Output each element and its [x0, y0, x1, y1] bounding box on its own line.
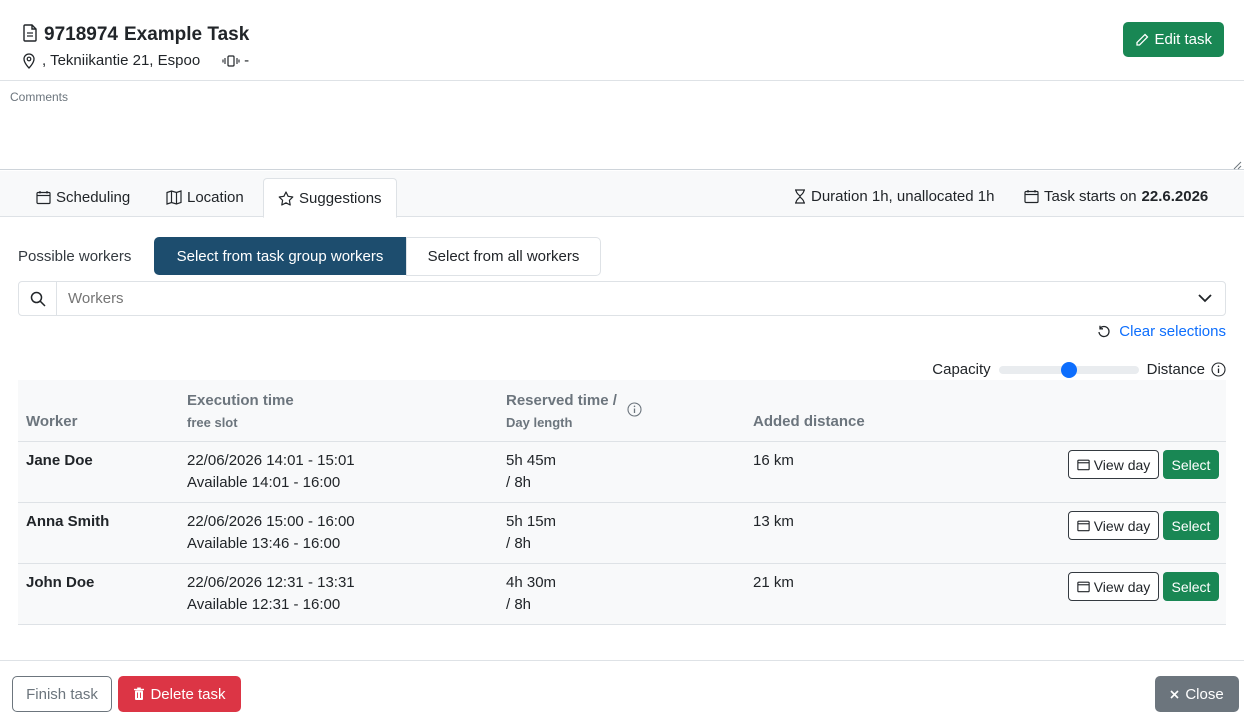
slider-left-label: Capacity	[932, 361, 991, 378]
tab-bar: Scheduling Location Suggestions Duration…	[0, 171, 1244, 218]
available-slot: Available 14:01 - 16:00	[187, 474, 341, 491]
trash-icon	[133, 687, 145, 701]
worker-name: Jane Doe	[26, 452, 93, 469]
star-icon	[278, 190, 294, 206]
calendar-icon	[36, 190, 51, 205]
tab-scheduling[interactable]: Scheduling	[22, 178, 144, 217]
worker-name: John Doe	[26, 574, 95, 591]
view-day-label: View day	[1093, 578, 1151, 595]
day-length: / 8h	[506, 474, 532, 491]
tab-suggestions[interactable]: Suggestions	[263, 178, 397, 218]
vehicle-value: -	[244, 52, 250, 69]
table-row: Jane Doe 22/06/2026 14:01 - 15:01 Availa…	[18, 442, 1226, 503]
view-day-button[interactable]: View day	[1068, 572, 1159, 601]
execution-time: 22/06/2026 15:00 - 16:00	[187, 513, 355, 530]
task-start-prefix: Task starts on	[1044, 188, 1137, 205]
workers-select[interactable]	[18, 281, 1226, 316]
task-start-info: Task starts on 22.6.2026	[1024, 188, 1208, 205]
clear-selections-link[interactable]: Clear selections	[1097, 323, 1226, 340]
day-length: / 8h	[506, 596, 532, 613]
added-distance: 21 km	[753, 574, 794, 591]
clear-selections-label: Clear selections	[1119, 323, 1226, 340]
slider-right-label: Distance	[1146, 361, 1205, 378]
header-day-length: Day length	[506, 415, 573, 430]
comments-field[interactable]: Comments	[0, 82, 1244, 170]
header-execution-time: Execution time	[187, 392, 294, 409]
task-header: 9718974 Example Task , Tekniikantie 21, …	[0, 0, 1244, 81]
header-free-slot: free slot	[187, 415, 238, 430]
header-reserved-time: Reserved time /	[506, 392, 617, 409]
reserved-time: 4h 30m	[506, 574, 557, 591]
available-slot: Available 13:46 - 16:00	[187, 535, 341, 552]
vehicle-vibrate-icon	[222, 54, 240, 68]
reserved-time: 5h 15m	[506, 513, 557, 530]
execution-time: 22/06/2026 12:31 - 13:31	[187, 574, 355, 591]
close-button[interactable]: Close	[1155, 676, 1239, 712]
duration-info: Duration 1h, unallocated 1h	[794, 188, 994, 205]
available-slot: Available 12:31 - 16:00	[187, 596, 341, 613]
calendar-icon	[1077, 458, 1090, 471]
tab-location[interactable]: Location	[152, 178, 258, 217]
header-added-distance: Added distance	[753, 413, 865, 430]
table-row: John Doe 22/06/2026 12:31 - 13:31 Availa…	[18, 564, 1226, 625]
tab-label: Scheduling	[56, 189, 131, 206]
duration-text: Duration 1h, unallocated 1h	[811, 188, 995, 205]
day-length: / 8h	[506, 535, 532, 552]
delete-task-label: Delete task	[150, 685, 226, 703]
workers-input[interactable]	[57, 283, 1185, 314]
view-day-button[interactable]: View day	[1068, 450, 1159, 479]
task-id: 9718974	[44, 24, 118, 45]
capacity-distance-slider[interactable]	[998, 361, 1139, 378]
location-pin-icon	[22, 52, 36, 69]
view-day-button[interactable]: View day	[1068, 511, 1159, 540]
resize-grip-icon[interactable]	[1232, 157, 1242, 170]
edit-task-label: Edit task	[1154, 31, 1212, 48]
view-day-label: View day	[1093, 456, 1151, 473]
document-icon	[22, 24, 38, 46]
task-address: , Tekniikantie 21, Espoo	[42, 52, 201, 69]
added-distance: 16 km	[753, 452, 794, 469]
search-icon	[19, 282, 57, 315]
tab-label: Location	[187, 189, 244, 206]
delete-task-button[interactable]: Delete task	[118, 676, 241, 712]
pencil-icon	[1135, 33, 1149, 47]
select-worker-button[interactable]: Select	[1163, 450, 1219, 479]
task-start-date: 22.6.2026	[1141, 188, 1209, 205]
task-name: Example Task	[123, 24, 250, 45]
info-icon[interactable]	[1211, 362, 1226, 377]
modal-footer: Finish task Delete task Close	[0, 660, 1244, 723]
calendar-icon	[1024, 189, 1039, 204]
select-worker-button[interactable]: Select	[1163, 572, 1219, 601]
workers-table-header: Worker Execution time free slot Reserved…	[18, 380, 1226, 442]
address-row: , Tekniikantie 21, Espoo -	[22, 52, 249, 69]
worker-name: Anna Smith	[26, 513, 110, 530]
calendar-icon	[1077, 580, 1090, 593]
added-distance: 13 km	[753, 513, 794, 530]
calendar-icon	[1077, 519, 1090, 532]
map-icon	[166, 190, 182, 205]
hourglass-icon	[794, 189, 806, 204]
table-row: Anna Smith 22/06/2026 15:00 - 16:00 Avai…	[18, 503, 1226, 564]
reserved-time: 5h 45m	[506, 452, 557, 469]
select-task-group-workers-button[interactable]: Select from task group workers	[154, 237, 406, 275]
view-day-label: View day	[1093, 517, 1151, 534]
chevron-down-icon[interactable]	[1185, 294, 1225, 303]
select-all-workers-button[interactable]: Select from all workers	[406, 237, 601, 276]
capacity-distance-slider-row: Capacity Distance	[932, 361, 1226, 378]
finish-task-button[interactable]: Finish task	[12, 676, 112, 712]
select-worker-button[interactable]: Select	[1163, 511, 1219, 540]
title-row: 9718974 Example Task	[22, 24, 249, 46]
tab-label: Suggestions	[299, 189, 382, 207]
close-icon	[1170, 689, 1179, 699]
close-label: Close	[1185, 685, 1224, 703]
comments-label: Comments	[10, 90, 69, 104]
header-worker: Worker	[26, 413, 78, 430]
slider-thumb[interactable]	[1060, 361, 1077, 378]
info-icon[interactable]	[627, 402, 642, 417]
reset-icon	[1097, 325, 1111, 339]
edit-task-button[interactable]: Edit task	[1123, 22, 1224, 57]
execution-time: 22/06/2026 14:01 - 15:01	[187, 452, 355, 469]
possible-workers-label: Possible workers	[18, 248, 132, 265]
